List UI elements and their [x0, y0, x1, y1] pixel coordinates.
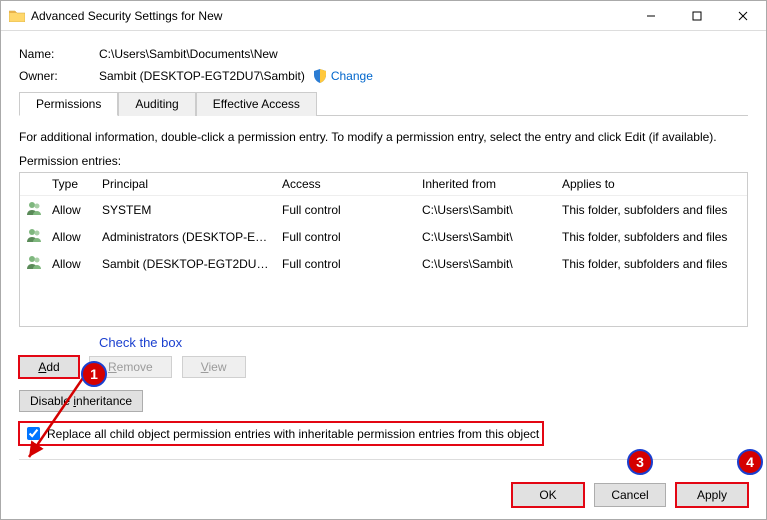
table-row[interactable]: AllowSambit (DESKTOP-EGT2DU7\S...Full co…: [20, 250, 747, 277]
change-owner-link[interactable]: Change: [331, 69, 373, 83]
cancel-button[interactable]: Cancel: [594, 483, 666, 507]
user-group-icon: [26, 227, 42, 243]
cell-applies: This folder, subfolders and files: [556, 253, 747, 275]
replace-child-permissions-label[interactable]: Replace all child object permission entr…: [47, 427, 539, 441]
cell-access: Full control: [276, 226, 416, 248]
ok-button[interactable]: OK: [512, 483, 584, 507]
tab-effective-access[interactable]: Effective Access: [196, 92, 317, 116]
annotation-badge-1: 1: [81, 361, 107, 387]
cell-type: Allow: [46, 226, 96, 248]
owner-label: Owner:: [19, 69, 99, 83]
apply-button[interactable]: Apply: [676, 483, 748, 507]
col-access[interactable]: Access: [276, 173, 416, 195]
disable-inheritance-button[interactable]: Disable inheritance: [19, 390, 143, 412]
folder-icon: [9, 9, 25, 22]
annotation-badge-3: 3: [627, 449, 653, 475]
tabs: Permissions Auditing Effective Access: [19, 91, 748, 116]
cell-type: Allow: [46, 253, 96, 275]
cell-type: Allow: [46, 199, 96, 221]
window-title: Advanced Security Settings for New: [31, 9, 628, 23]
cell-access: Full control: [276, 253, 416, 275]
cell-principal: SYSTEM: [96, 199, 276, 221]
user-group-icon: [26, 254, 42, 270]
cell-applies: This folder, subfolders and files: [556, 226, 747, 248]
cell-principal: Sambit (DESKTOP-EGT2DU7\S...: [96, 253, 276, 275]
view-button: View: [182, 356, 246, 378]
replace-child-permissions-checkbox[interactable]: [27, 427, 40, 440]
info-text: For additional information, double-click…: [19, 130, 748, 144]
user-group-icon: [26, 200, 42, 216]
name-label: Name:: [19, 47, 99, 61]
cell-principal: Administrators (DESKTOP-EG...: [96, 226, 276, 248]
entries-label: Permission entries:: [19, 154, 748, 168]
table-row[interactable]: AllowSYSTEMFull controlC:\Users\Sambit\T…: [20, 196, 747, 223]
minimize-button[interactable]: [628, 1, 674, 31]
annotation-badge-4: 4: [737, 449, 763, 475]
title-bar: Advanced Security Settings for New: [1, 1, 766, 31]
cell-access: Full control: [276, 199, 416, 221]
col-type[interactable]: Type: [46, 173, 96, 195]
maximize-button[interactable]: [674, 1, 720, 31]
cell-applies: This folder, subfolders and files: [556, 199, 747, 221]
col-inherited[interactable]: Inherited from: [416, 173, 556, 195]
col-principal[interactable]: Principal: [96, 173, 276, 195]
tab-auditing[interactable]: Auditing: [118, 92, 195, 116]
annotation-check-the-box: Check the box: [99, 335, 748, 350]
close-button[interactable]: [720, 1, 766, 31]
cell-inherited: C:\Users\Sambit\: [416, 199, 556, 221]
cell-inherited: C:\Users\Sambit\: [416, 226, 556, 248]
name-value: C:\Users\Sambit\Documents\New: [99, 47, 278, 61]
col-applies[interactable]: Applies to: [556, 173, 747, 195]
add-button[interactable]: Add: [19, 356, 79, 378]
tab-permissions[interactable]: Permissions: [19, 92, 118, 116]
table-row[interactable]: AllowAdministrators (DESKTOP-EG...Full c…: [20, 223, 747, 250]
permissions-grid: Type Principal Access Inherited from App…: [19, 172, 748, 327]
cell-inherited: C:\Users\Sambit\: [416, 253, 556, 275]
owner-value: Sambit (DESKTOP-EGT2DU7\Sambit): [99, 69, 305, 83]
shield-icon: [313, 69, 327, 83]
